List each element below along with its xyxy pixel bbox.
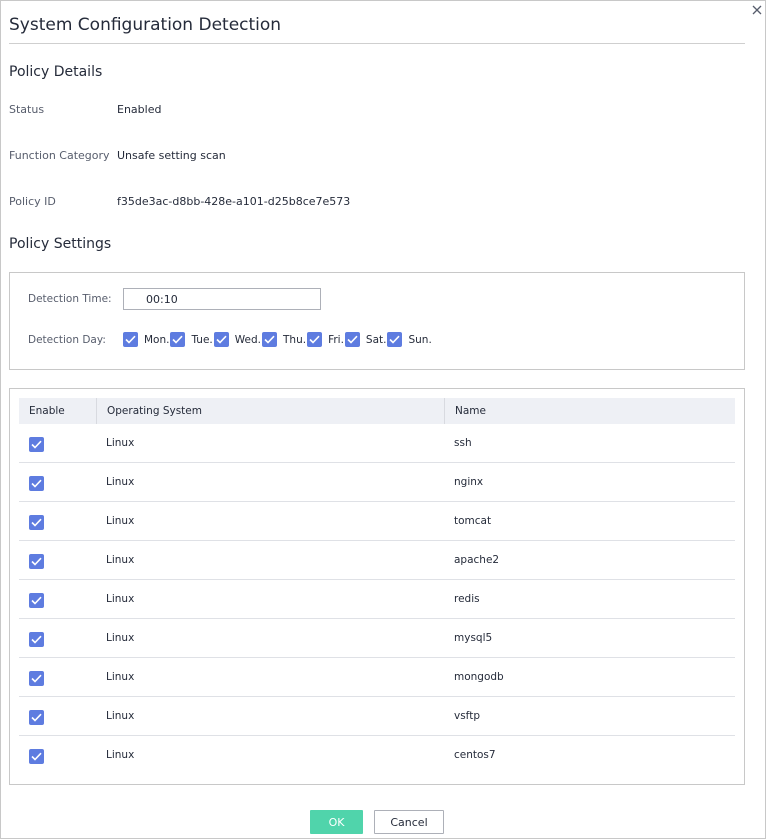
checkbox-checked-icon[interactable] <box>262 332 277 347</box>
day-option-wed[interactable]: Wed. <box>213 332 262 347</box>
detection-time-input[interactable] <box>123 288 321 310</box>
day-option-thu[interactable]: Thu. <box>262 332 307 347</box>
os-cell: Linux <box>106 554 135 566</box>
table-header: Enable Operating System Name <box>19 398 735 424</box>
name-cell: vsftp <box>454 710 480 722</box>
enable-checkbox[interactable] <box>29 593 44 608</box>
function-category-value: Unsafe setting scan <box>117 149 226 162</box>
enable-checkbox[interactable] <box>29 476 44 491</box>
close-icon[interactable] <box>750 3 764 17</box>
detection-time-label: Detection Time: <box>28 293 112 305</box>
enable-checkbox[interactable] <box>29 632 44 647</box>
enable-checkbox[interactable] <box>29 554 44 569</box>
table-row: Linux mongodb <box>19 658 735 697</box>
enable-checkbox[interactable] <box>29 749 44 764</box>
detection-items-panel: Enable Operating System Name Linux ssh L… <box>9 388 745 785</box>
enable-checkbox[interactable] <box>29 437 44 452</box>
title-divider <box>9 43 745 44</box>
detection-day-options: Mon. Tue. Wed. Thu. Fri. Sat. Sun. <box>123 332 433 347</box>
os-cell: Linux <box>106 710 135 722</box>
checkbox-checked-icon[interactable] <box>344 332 360 347</box>
enable-checkbox[interactable] <box>29 515 44 530</box>
os-cell: Linux <box>106 593 135 605</box>
day-label: Thu. <box>283 333 307 346</box>
table-row: Linux mysql5 <box>19 619 735 658</box>
os-cell: Linux <box>106 437 135 449</box>
status-value: Enabled <box>117 103 162 116</box>
checkbox-checked-icon[interactable] <box>123 332 138 347</box>
policy-settings-title: Policy Settings <box>9 236 112 252</box>
name-cell: apache2 <box>454 554 500 566</box>
day-label: Fri. <box>328 333 344 346</box>
day-option-sat[interactable]: Sat. <box>344 332 388 347</box>
day-label: Sat. <box>365 333 387 346</box>
policy-details-title: Policy Details <box>9 64 103 80</box>
day-label: Wed. <box>234 333 261 346</box>
name-cell: ssh <box>454 437 472 449</box>
table-row: Linux vsftp <box>19 697 735 736</box>
name-cell: mongodb <box>454 671 504 683</box>
ok-button[interactable]: OK <box>310 810 363 834</box>
cancel-button[interactable]: Cancel <box>374 810 444 834</box>
day-option-sun[interactable]: Sun. <box>387 332 432 347</box>
day-label: Sun. <box>408 333 432 346</box>
name-cell: redis <box>454 593 480 605</box>
table-row: Linux nginx <box>19 463 735 502</box>
os-cell: Linux <box>106 749 135 761</box>
enable-checkbox[interactable] <box>29 710 44 725</box>
name-cell: centos7 <box>454 749 496 761</box>
table-row: Linux centos7 <box>19 736 735 775</box>
table-row: Linux ssh <box>19 424 735 463</box>
name-cell: tomcat <box>454 515 492 527</box>
policy-id-label: Policy ID <box>9 195 56 208</box>
os-cell: Linux <box>106 515 135 527</box>
day-option-fri[interactable]: Fri. <box>307 332 345 347</box>
day-label: Mon. <box>144 333 170 346</box>
checkbox-checked-icon[interactable] <box>170 332 186 347</box>
status-label: Status <box>9 103 45 116</box>
dialog-title: System Configuration Detection <box>9 15 282 35</box>
os-cell: Linux <box>106 671 135 683</box>
enable-checkbox[interactable] <box>29 671 44 686</box>
column-header-enable: Enable <box>29 405 65 417</box>
checkbox-checked-icon[interactable] <box>307 332 323 347</box>
os-cell: Linux <box>106 632 135 644</box>
detection-day-label: Detection Day: <box>28 334 106 346</box>
system-configuration-detection-dialog: System Configuration Detection Policy De… <box>0 0 766 839</box>
day-label: Tue. <box>191 333 213 346</box>
policy-settings-panel: Detection Time: Detection Day: Mon. Tue.… <box>9 272 745 370</box>
column-header-name: Name <box>444 398 735 424</box>
checkbox-checked-icon[interactable] <box>387 332 403 347</box>
function-category-label: Function Category <box>9 149 110 162</box>
day-option-tue[interactable]: Tue. <box>170 332 213 347</box>
column-header-operating-system: Operating System <box>96 398 444 424</box>
table-row: Linux redis <box>19 580 735 619</box>
name-cell: nginx <box>454 476 484 488</box>
table-row: Linux apache2 <box>19 541 735 580</box>
name-cell: mysql5 <box>454 632 493 644</box>
os-cell: Linux <box>106 476 135 488</box>
table-row: Linux tomcat <box>19 502 735 541</box>
day-option-mon[interactable]: Mon. <box>123 332 170 347</box>
detection-items-table: Enable Operating System Name Linux ssh L… <box>19 398 735 775</box>
checkbox-checked-icon[interactable] <box>213 332 229 347</box>
policy-id-value: f35de3ac-d8bb-428e-a101-d25b8ce7e573 <box>117 195 351 208</box>
